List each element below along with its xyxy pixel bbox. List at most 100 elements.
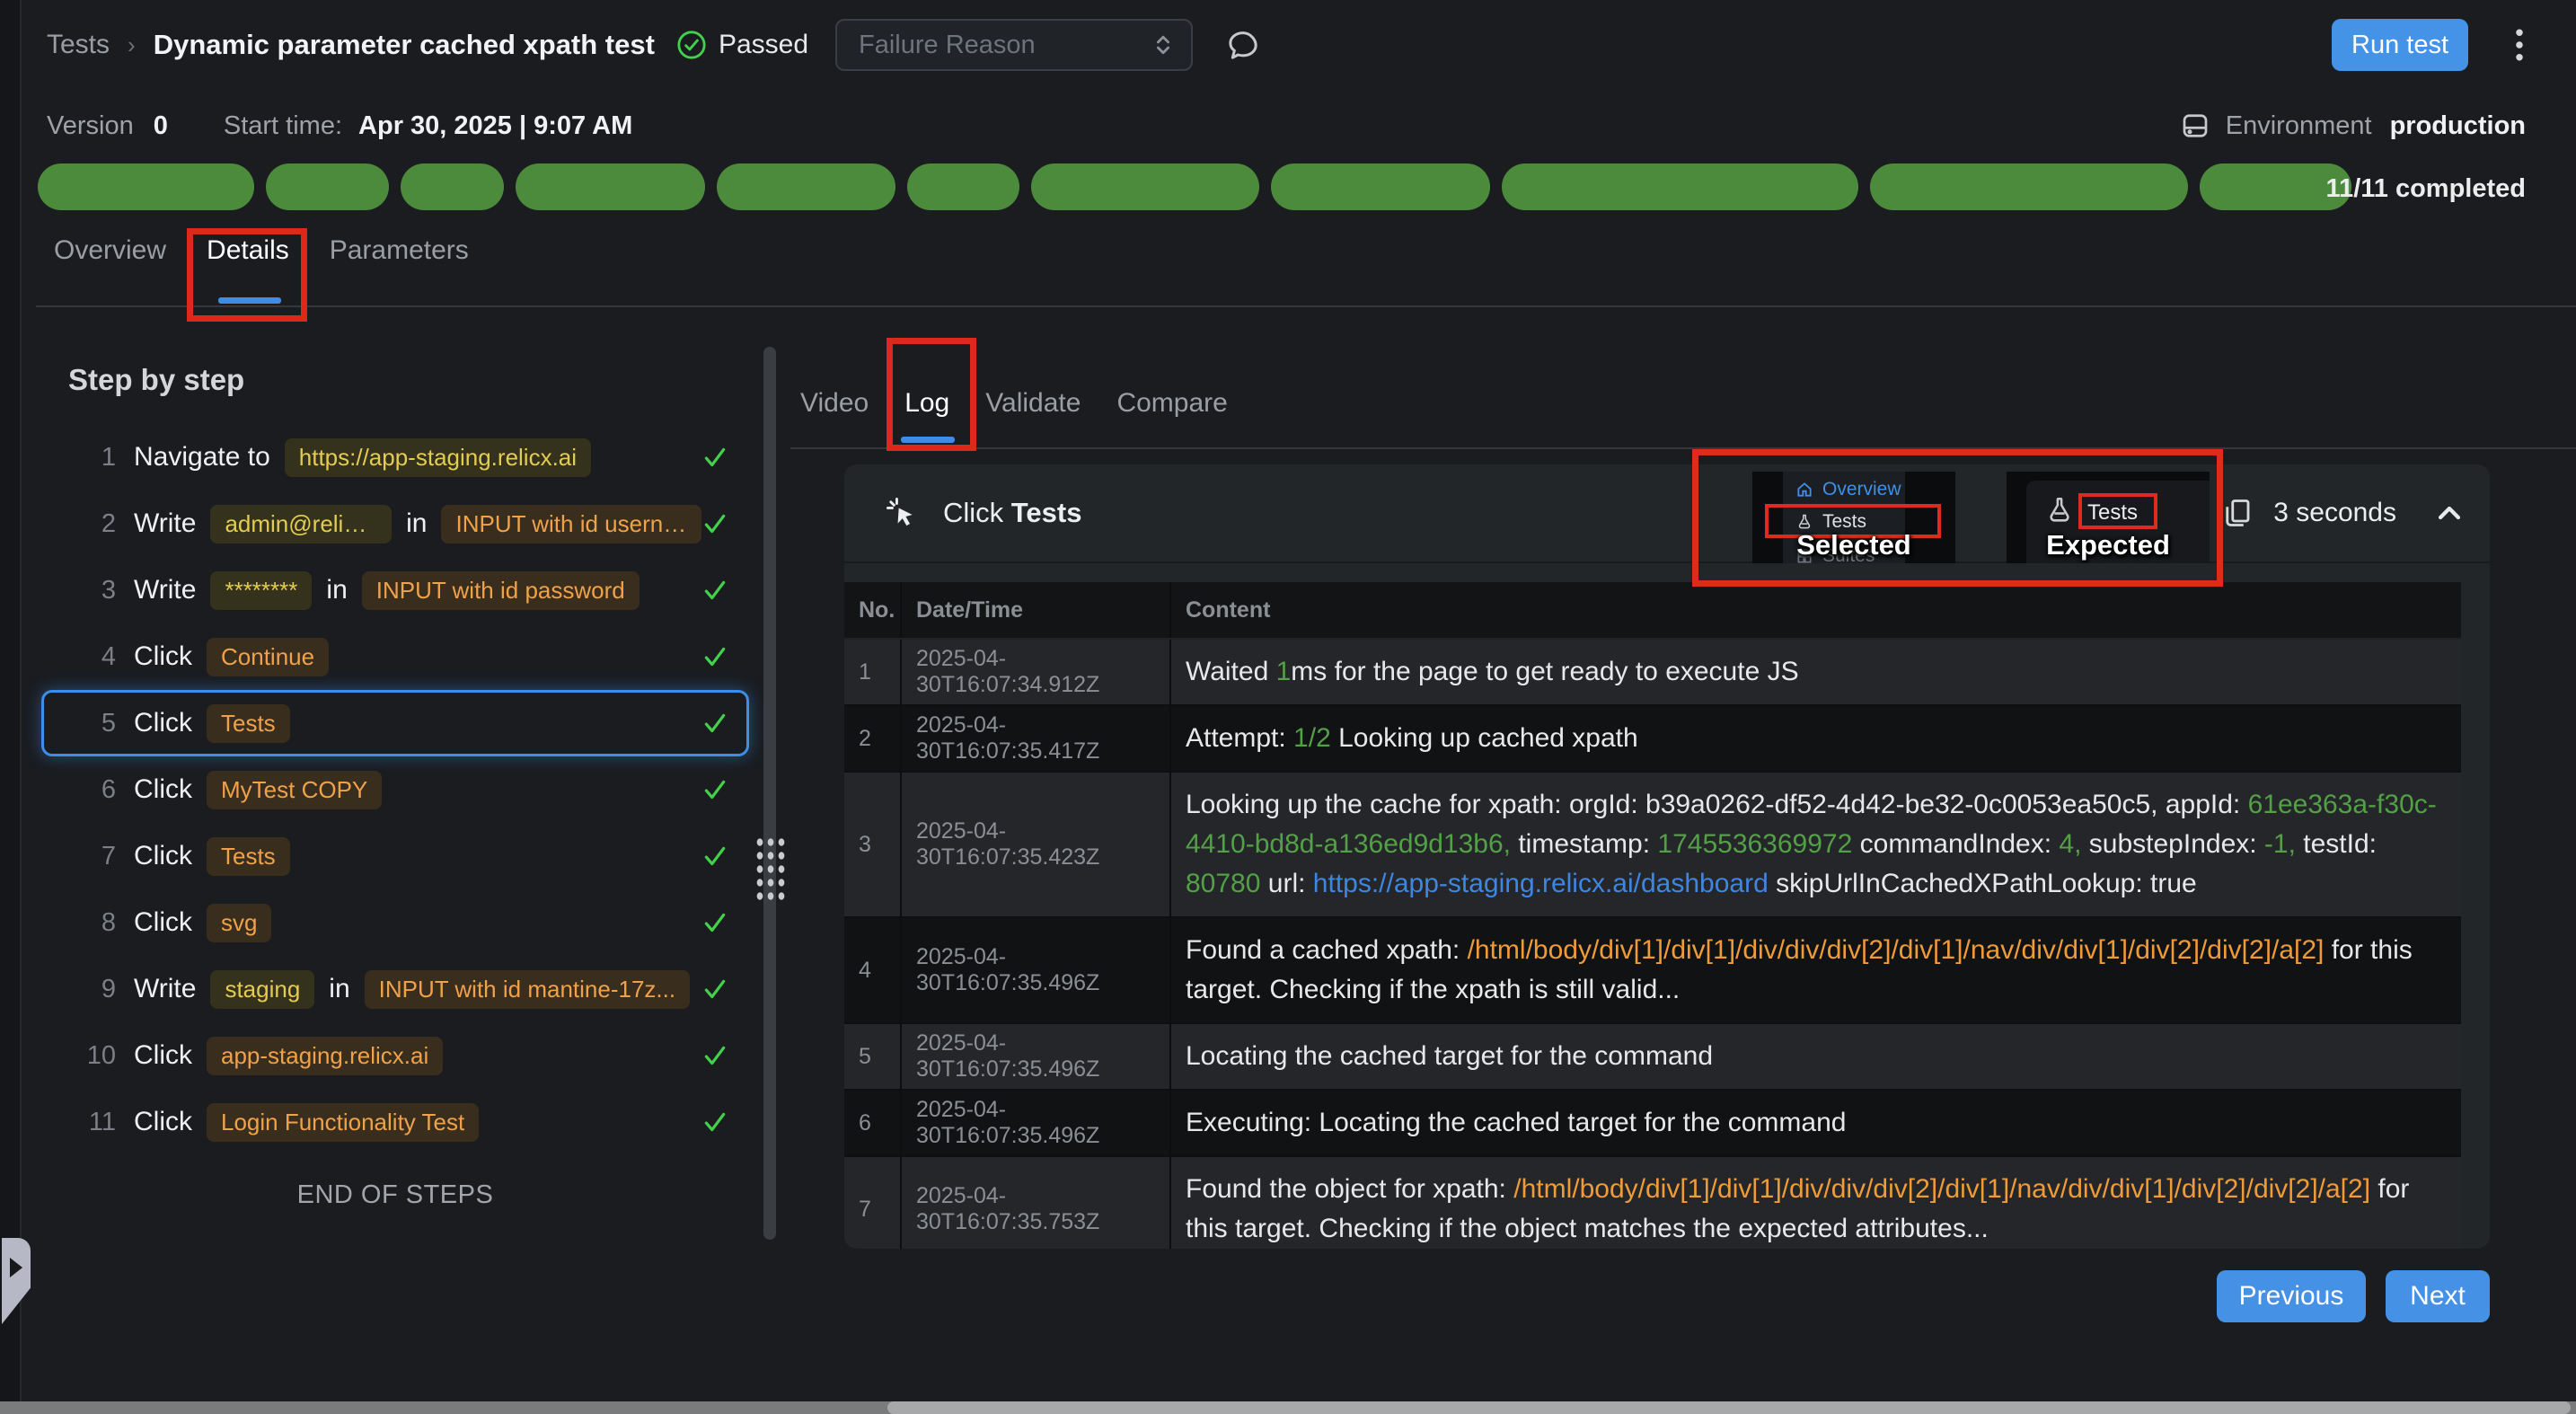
step-target-badge: staging xyxy=(210,970,314,1009)
selected-thumbnail-label: Selected xyxy=(1752,529,1955,561)
log-row-content: Attempt: 1/2 Looking up cached xpath xyxy=(1171,706,2461,771)
log-text-segment: 1 xyxy=(1276,657,1292,686)
step-row[interactable]: 11ClickLogin Functionality Test xyxy=(41,1089,749,1155)
step-number: 5 xyxy=(69,709,116,738)
log-text-segment: 1/2 xyxy=(1293,723,1331,753)
flask-icon xyxy=(2044,495,2075,526)
step-row[interactable]: 2Writeadmin@relicx.aiinINPUT with id use… xyxy=(41,490,749,557)
version-label: Version xyxy=(47,111,134,141)
log-row-timestamp: 2025-04-30T16:07:35.753Z xyxy=(902,1157,1171,1249)
step-row[interactable]: 8Clicksvg xyxy=(41,889,749,956)
progress-segment xyxy=(1870,163,2188,210)
more-options-button[interactable] xyxy=(2515,27,2524,63)
log-text-segment: /html/body/div[1]/div[1]/div/div/div[2]/… xyxy=(1468,935,2325,965)
tab-overview[interactable]: Overview xyxy=(54,235,166,266)
failure-reason-select[interactable]: Failure Reason xyxy=(835,19,1193,71)
step-text: Clickapp-staging.relicx.ai xyxy=(134,1037,443,1075)
step-number: 1 xyxy=(69,443,116,473)
tab-video[interactable]: Video xyxy=(800,388,869,419)
log-row-content: Locating the cached target for the comma… xyxy=(1171,1024,2461,1089)
step-action-label: Click xyxy=(134,641,192,672)
copy-icon[interactable] xyxy=(2221,497,2254,529)
log-card: Click Tests 3 seconds No. Date/Time Cont… xyxy=(844,464,2490,1249)
log-link[interactable]: https://app-staging.relicx.ai/dashboard xyxy=(1313,869,1769,898)
log-row-timestamp: 2025-04-30T16:07:35.496Z xyxy=(902,918,1171,1022)
run-test-button[interactable]: Run test xyxy=(2332,19,2468,71)
step-target-badge: ******** xyxy=(210,571,312,610)
tab-parameters[interactable]: Parameters xyxy=(330,235,469,266)
comment-bubble-icon xyxy=(1225,27,1261,63)
log-text-segment: Looking up cached xpath xyxy=(1331,723,1638,753)
log-text-segment: substepIndex: xyxy=(2081,829,2263,859)
step-row[interactable]: 4ClickContinue xyxy=(41,623,749,690)
log-table: No. Date/Time Content 12025-04-30T16:07:… xyxy=(844,582,2461,1249)
log-command-header[interactable]: Click Tests 3 seconds xyxy=(844,464,2490,563)
environment-label: Environment xyxy=(2226,111,2372,141)
version-value: 0 xyxy=(154,111,168,141)
log-row: 22025-04-30T16:07:35.417ZAttempt: 1/2 Lo… xyxy=(844,706,2461,773)
log-row-content: Waited 1ms for the page to get ready to … xyxy=(1171,640,2461,704)
chevron-up-icon xyxy=(2434,498,2465,528)
log-row-number: 1 xyxy=(844,640,902,704)
step-row[interactable]: 1 Navigate tohttps://app-staging.relicx.a… xyxy=(41,424,749,490)
log-text-segment: Locating the cached target for the comma… xyxy=(1186,1041,1713,1071)
step-connector-label: in xyxy=(329,974,349,1004)
steps-list: 1 Navigate tohttps://app-staging.relicx.a… xyxy=(36,424,754,1155)
step-passed-check-icon xyxy=(701,776,728,803)
log-row-number: 2 xyxy=(844,706,902,771)
step-action-label: Click xyxy=(134,1107,192,1137)
horizontal-scrollbar-thumb[interactable] xyxy=(887,1401,2571,1414)
previous-step-button[interactable]: Previous xyxy=(2217,1270,2366,1322)
log-row: 42025-04-30T16:07:35.496ZFound a cached … xyxy=(844,918,2461,1024)
panel-resize-handle[interactable] xyxy=(754,835,787,902)
progress-segment xyxy=(1271,163,1490,210)
progress-segment xyxy=(516,163,705,210)
log-row: 72025-04-30T16:07:35.753ZFound the objec… xyxy=(844,1157,2461,1249)
comment-button[interactable] xyxy=(1225,27,1261,63)
log-row: 52025-04-30T16:07:35.496ZLocating the ca… xyxy=(844,1024,2461,1091)
step-row[interactable]: 5ClickTests xyxy=(41,690,749,756)
step-by-step-panel: Step by step 1Navigate tohttps://app-sta… xyxy=(36,350,754,1210)
tab-compare[interactable]: Compare xyxy=(1116,388,1227,419)
breadcrumb-tests[interactable]: Tests xyxy=(47,30,110,60)
step-text: Navigate tohttps://app-staging.relicx.ai xyxy=(134,438,591,477)
progress-segment xyxy=(38,163,254,210)
log-text-segment: Waited xyxy=(1186,657,1276,686)
log-text-segment: Looking up the cache for xpath: orgId: b… xyxy=(1186,790,2248,819)
log-row-number: 7 xyxy=(844,1157,902,1249)
log-text-segment: -1, xyxy=(2264,829,2296,859)
step-target-badge: INPUT with id password xyxy=(362,571,640,610)
step-passed-check-icon xyxy=(701,643,728,670)
step-row[interactable]: 3Write********inINPUT with id password xyxy=(41,557,749,623)
step-row[interactable]: 10Clickapp-staging.relicx.ai xyxy=(41,1022,749,1089)
passed-check-circle-icon xyxy=(676,30,707,60)
step-target-badge: MyTest COPY xyxy=(207,771,382,809)
detail-tabs-divider xyxy=(790,447,2576,449)
step-progress-bar xyxy=(38,163,2351,210)
command-label: Click Tests xyxy=(943,497,1081,529)
selected-element-thumbnail[interactable]: Overview Tests Suites Selected xyxy=(1752,472,1955,563)
step-row[interactable]: 6ClickMyTest COPY xyxy=(41,756,749,823)
step-row[interactable]: 7ClickTests xyxy=(41,823,749,889)
step-action-label: Click xyxy=(134,774,192,805)
step-target-badge: Continue xyxy=(207,638,329,676)
failure-reason-placeholder: Failure Reason xyxy=(859,31,1036,60)
log-row: 62025-04-30T16:07:35.496ZExecuting: Loca… xyxy=(844,1091,2461,1157)
log-row-content: Looking up the cache for xpath: orgId: b… xyxy=(1171,773,2461,916)
step-action-label: Navigate to xyxy=(134,442,270,473)
progress-segment xyxy=(1502,163,1858,210)
step-action-label: Click xyxy=(134,841,192,871)
annotation-box-expected-item xyxy=(2078,493,2157,529)
step-number: 2 xyxy=(69,509,116,539)
step-target-badge: Tests xyxy=(207,704,290,743)
tab-validate[interactable]: Validate xyxy=(985,388,1081,419)
step-row[interactable]: 9WritestaginginINPUT with id mantine-17z… xyxy=(41,956,749,1022)
step-target-badge: admin@relicx.ai xyxy=(210,505,392,544)
steps-scrollbar[interactable] xyxy=(763,347,776,1240)
collapse-step-button[interactable] xyxy=(2434,498,2465,528)
next-step-button[interactable]: Next xyxy=(2386,1270,2490,1322)
expected-element-thumbnail[interactable]: Tests Expected xyxy=(2007,472,2210,563)
top-bar: Tests › Dynamic parameter cached xpath t… xyxy=(22,0,2576,90)
log-row: 12025-04-30T16:07:34.912ZWaited 1ms for … xyxy=(844,640,2461,706)
log-row: 32025-04-30T16:07:35.423ZLooking up the … xyxy=(844,773,2461,918)
